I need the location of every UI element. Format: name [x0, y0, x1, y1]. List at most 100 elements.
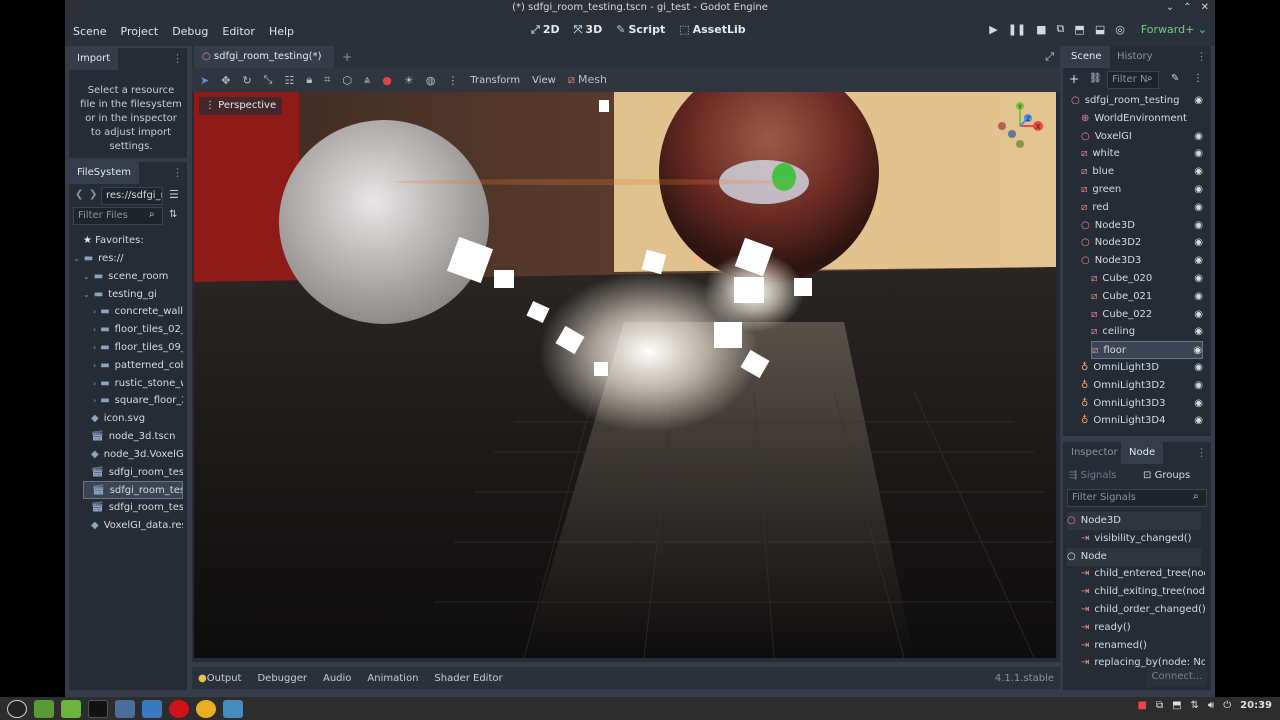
scene-node-blue[interactable]: ⧄ blue ◉	[1081, 163, 1203, 181]
menu-scene[interactable]: Scene	[73, 25, 107, 38]
import-menu-icon[interactable]: ⋮	[172, 52, 183, 65]
signal-item[interactable]: ⇥ child_order_changed()	[1081, 601, 1205, 619]
folder-item[interactable]: › ▬ square_floor_2k	[93, 392, 183, 410]
gizmo-neg-x[interactable]	[998, 122, 1006, 130]
power-icon[interactable]: ⏻	[1223, 700, 1231, 711]
signal-item[interactable]: ⇥ child_entered_tree(node	[1081, 565, 1205, 583]
folder-item[interactable]: ⌄ ▬ scene_room	[83, 268, 183, 286]
scene-node-red[interactable]: ⧄ red ◉	[1081, 199, 1203, 217]
expand-arrow-icon[interactable]: ⌄	[83, 272, 90, 281]
play-custom-scene-icon[interactable]: ⬓	[1095, 23, 1105, 36]
close-icon[interactable]: ✕	[1201, 0, 1209, 16]
volume-icon[interactable]: 🔊︎	[1208, 700, 1214, 711]
signals-subtab[interactable]: ⇶ Signals	[1069, 470, 1117, 481]
scene-dock-menu-icon[interactable]: ⋮	[1196, 50, 1207, 63]
menu-project[interactable]: Project	[121, 25, 159, 38]
visibility-eye-icon[interactable]: ◉	[1194, 128, 1203, 146]
add-tab-icon[interactable]: +	[342, 50, 352, 64]
workspace-script-button[interactable]: ✎ Script	[616, 23, 665, 37]
file-item[interactable]: ◆ VoxelGI_data.res	[83, 517, 183, 535]
network-icon[interactable]: ⇅	[1191, 700, 1199, 711]
expand-arrow-icon[interactable]: ›	[93, 343, 96, 352]
expand-arrow-icon[interactable]: ⌄	[73, 254, 80, 263]
move-tool-icon[interactable]: ✥	[221, 74, 230, 87]
transform-menu[interactable]: Transform	[470, 75, 520, 86]
node-dock-menu-icon[interactable]: ⋮	[1196, 446, 1207, 459]
scene-node-white[interactable]: ⧄ white ◉	[1081, 145, 1203, 163]
file-item[interactable]: ◆ icon.svg	[83, 410, 183, 428]
group-icon[interactable]: ⌗	[324, 73, 330, 87]
minimize-icon[interactable]: ⌄	[1166, 0, 1174, 16]
play-scene-icon[interactable]: ⬒	[1074, 23, 1084, 36]
workspace-2d-button[interactable]: ⤢ 2D	[531, 23, 560, 37]
tab-inspector[interactable]: Inspector	[1063, 442, 1126, 464]
menu-editor[interactable]: Editor	[222, 25, 255, 38]
chrome-icon[interactable]	[196, 699, 216, 718]
scene-node-omnilight3d4[interactable]: ♁ OmniLight3D4 ◉	[1081, 412, 1203, 430]
terminal-icon[interactable]	[88, 699, 108, 718]
back-icon[interactable]: ❮	[75, 189, 83, 200]
mesh-menu[interactable]: ⧄ Mesh	[568, 73, 607, 87]
tab-animation[interactable]: Animation	[367, 673, 418, 684]
preview-env-icon[interactable]: ☀	[404, 74, 414, 87]
favorites-row[interactable]: ★ Favorites:	[83, 232, 183, 250]
link-icon[interactable]: ⛓︎	[1089, 73, 1102, 84]
visibility-eye-icon[interactable]: ◉	[1194, 217, 1203, 235]
split-view-icon[interactable]: ☰	[169, 188, 179, 201]
godot-icon[interactable]	[223, 699, 243, 718]
stop-icon[interactable]: ■	[1036, 23, 1046, 36]
signal-class-header[interactable]: ○ Node3D	[1067, 512, 1201, 530]
snap-icon[interactable]: ⩓	[364, 73, 370, 87]
expand-arrow-icon[interactable]: ›	[93, 396, 96, 405]
visibility-eye-icon[interactable]: ◉	[1194, 199, 1203, 217]
file-item[interactable]: 🎬︎ sdfgi_room_testin	[83, 464, 183, 482]
select-tool-icon[interactable]: ➤	[200, 74, 209, 87]
file-item[interactable]: 🎬︎ sdfgi_room_testin	[83, 481, 183, 500]
play-icon[interactable]: ▶	[989, 23, 997, 36]
visibility-eye-icon[interactable]: ◉	[1194, 92, 1203, 110]
signal-item[interactable]: ⇥ child_exiting_tree(node	[1081, 583, 1205, 601]
scale-tool-icon[interactable]: ⤡	[264, 73, 273, 87]
scene-node-cube-021[interactable]: ⧄ Cube_021 ◉	[1091, 288, 1203, 306]
view-menu[interactable]: View	[532, 75, 556, 86]
visibility-eye-icon[interactable]: ◉	[1194, 252, 1203, 270]
tab-output[interactable]: ●Output	[198, 673, 241, 684]
folder-item[interactable]: › ▬ patterned_cobb	[93, 357, 183, 375]
tab-debugger[interactable]: Debugger	[257, 673, 307, 684]
signal-item[interactable]: ⇥ ready()	[1081, 619, 1205, 637]
folder-item[interactable]: › ▬ floor_tiles_02_2	[93, 321, 183, 339]
scene-tree-menu-icon[interactable]: ⋮	[1193, 73, 1203, 84]
gizmo-neg-y[interactable]	[1016, 140, 1024, 148]
file-item[interactable]: 🎬︎ sdfgi_room_testin	[83, 499, 183, 517]
scene-node-voxelgi[interactable]: ○ VoxelGI ◉	[1081, 128, 1203, 146]
rotate-tool-icon[interactable]: ↻	[242, 74, 251, 87]
app-icon[interactable]	[115, 699, 135, 718]
scene-node-sdfgi-room-testing[interactable]: ○ sdfgi_room_testing ◉	[1071, 92, 1203, 110]
workspace-assetlib-button[interactable]: ⬚ AssetLib	[679, 23, 745, 37]
visibility-eye-icon[interactable]: ◉	[1194, 234, 1203, 252]
expand-arrow-icon[interactable]: ›	[93, 325, 96, 334]
list-select-icon[interactable]: ☷	[284, 74, 294, 87]
visibility-eye-icon[interactable]: ◉	[1194, 163, 1203, 181]
scene-node-floor[interactable]: ⧄ floor ◉	[1091, 341, 1203, 360]
scene-node-node3d2[interactable]: ○ Node3D2 ◉	[1081, 234, 1203, 252]
path-field[interactable]: res://sdfgi_r	[101, 187, 163, 205]
menu-help[interactable]: Help	[269, 25, 294, 38]
scene-node-cube-020[interactable]: ⧄ Cube_020 ◉	[1091, 270, 1203, 288]
sort-icon[interactable]: ⇅	[169, 209, 177, 220]
movie-maker-icon[interactable]: ◎	[1115, 23, 1125, 36]
filter-signals-input[interactable]: Filter Signals	[1067, 489, 1207, 507]
visibility-eye-icon[interactable]: ◉	[1194, 395, 1203, 413]
screenshot-icon[interactable]	[142, 699, 162, 718]
expand-arrow-icon[interactable]: ›	[93, 379, 96, 388]
visibility-eye-icon[interactable]: ◉	[1194, 306, 1203, 324]
folder-item[interactable]: › ▬ concrete_wall_0	[93, 303, 183, 321]
signal-item[interactable]: ⇥ visibility_changed()	[1081, 530, 1205, 548]
perspective-menu[interactable]: ⋮ Perspective	[199, 97, 283, 115]
scene-node-node3d3[interactable]: ○ Node3D3 ◉	[1081, 252, 1203, 270]
scene-node-omnilight3d2[interactable]: ♁ OmniLight3D2 ◉	[1081, 377, 1203, 395]
connect-button[interactable]: Connect...	[1147, 667, 1207, 687]
visibility-eye-icon[interactable]: ◉	[1194, 181, 1203, 199]
workspace-3d-button[interactable]: ⤧ 3D	[574, 23, 603, 37]
file-item[interactable]: 🎬︎ node_3d.tscn	[83, 428, 183, 446]
